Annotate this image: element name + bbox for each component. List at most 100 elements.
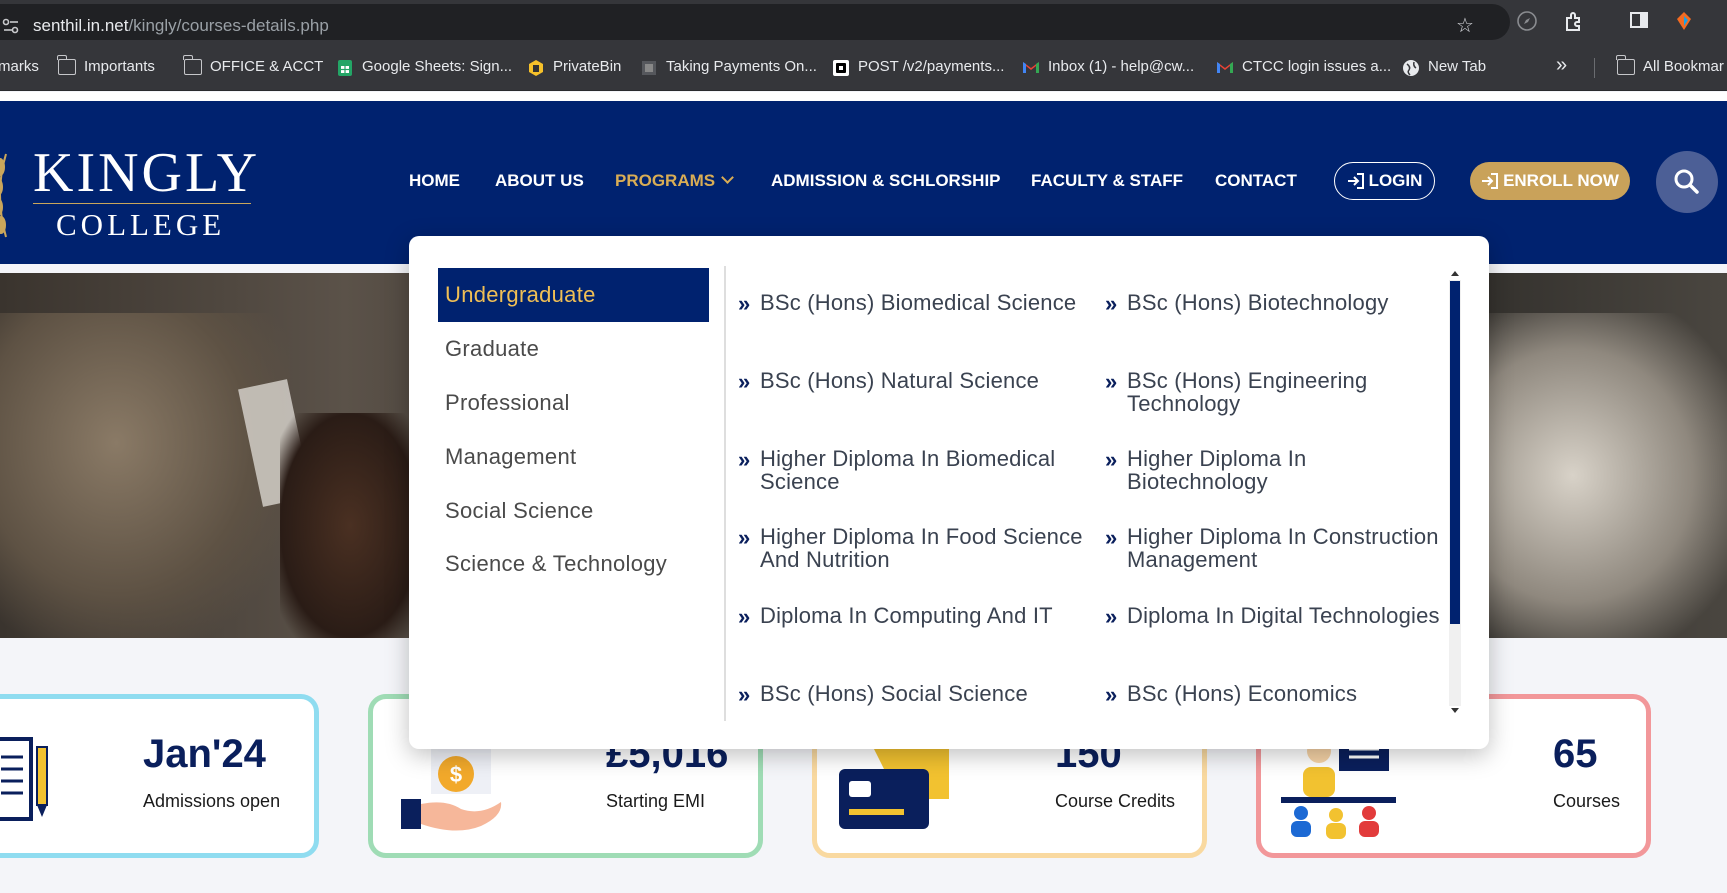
- stat-value: 65: [1553, 732, 1598, 776]
- bookmark-label: Importants: [84, 58, 155, 75]
- bookmark-label: Inbox (1) - help@cw...: [1048, 58, 1195, 75]
- stat-label: Courses: [1553, 791, 1621, 811]
- course-label: Higher Diploma In Biomedical Science: [760, 446, 1056, 494]
- bookmark-item[interactable]: marks: [0, 58, 39, 75]
- bookmark-label: PrivateBin: [553, 58, 622, 75]
- double-chevron-right-icon: »: [1105, 447, 1118, 472]
- compass-icon[interactable]: [1515, 10, 1539, 34]
- address-bar[interactable]: senthil.in.net/kingly/courses-details.ph…: [0, 4, 1510, 40]
- nav-programs[interactable]: PROGRAMS: [615, 171, 734, 191]
- nav-contact[interactable]: CONTACT: [1215, 171, 1297, 191]
- bookmark-label: CTCC login issues a...: [1242, 58, 1392, 75]
- nav-programs-label: PROGRAMS: [615, 171, 716, 190]
- double-chevron-right-icon: »: [738, 291, 751, 316]
- double-chevron-right-icon: »: [738, 447, 751, 472]
- bookmark-post-payments[interactable]: POST /v2/payments...: [832, 58, 1005, 76]
- bookmark-ctcc-login[interactable]: CTCC login issues a...: [1216, 58, 1391, 75]
- course-label: BSc (Hons) Biomedical Science: [760, 290, 1077, 315]
- more-bookmarks-chevron-icon[interactable]: »: [1556, 54, 1567, 77]
- nav-home[interactable]: HOME: [409, 171, 460, 191]
- site-info-icon[interactable]: [2, 17, 20, 35]
- gmail-icon: [1216, 59, 1234, 75]
- program-category-item[interactable]: Undergraduate: [438, 268, 709, 322]
- side-panel-icon[interactable]: [1627, 10, 1651, 34]
- star-bookmark-icon[interactable]: ☆: [1453, 14, 1477, 38]
- bookmark-label: marks: [0, 58, 39, 75]
- course-label: Diploma In Digital Technologies: [1127, 603, 1440, 628]
- stat-label: Admissions open: [143, 791, 281, 811]
- clipboard-icon: [0, 737, 48, 821]
- double-chevron-right-icon: »: [738, 369, 751, 394]
- laurel-icon: [0, 153, 7, 238]
- nav-about-us[interactable]: ABOUT US: [495, 171, 584, 191]
- bookmark-label: POST /v2/payments...: [858, 58, 1005, 75]
- bookmark-label: Google Sheets: Sign...: [362, 58, 513, 75]
- all-bookmarks[interactable]: All Bookmar: [1616, 54, 1724, 75]
- course-label: Higher Diploma In Food Science And Nutri…: [760, 524, 1083, 572]
- course-link[interactable]: » BSc (Hons) Engineering Technology: [1105, 369, 1447, 415]
- course-link[interactable]: » Diploma In Computing And IT: [738, 604, 1105, 628]
- program-category-item[interactable]: Management: [438, 430, 709, 484]
- teacher-icon: [1281, 739, 1396, 839]
- page-icon: [640, 59, 658, 75]
- course-label: BSc (Hons) Economics: [1127, 681, 1358, 706]
- course-link[interactable]: » BSc (Hons) Economics: [1105, 681, 1447, 706]
- course-link[interactable]: » Diploma In Digital Technologies: [1105, 603, 1447, 628]
- login-icon: [1347, 173, 1364, 189]
- square-icon: [832, 59, 850, 76]
- login-button[interactable]: LOGIN: [1334, 162, 1435, 200]
- bookmark-inbox[interactable]: Inbox (1) - help@cw...: [1022, 58, 1194, 75]
- double-chevron-right-icon: »: [738, 682, 751, 707]
- bookmark-office-acct[interactable]: OFFICE & ACCT: [183, 54, 323, 75]
- bookmark-label: New Tab: [1428, 58, 1487, 75]
- chevron-down-icon: [721, 171, 734, 184]
- bookmark-privatebin[interactable]: PrivateBin: [527, 58, 622, 76]
- stat-label: Starting EMI: [606, 791, 706, 811]
- course-link[interactable]: » Higher Diploma In Food Science And Nutr…: [738, 524, 1105, 572]
- globe-icon: [1402, 59, 1420, 76]
- programs-mega-menu: Undergraduate Graduate Professional Managem…: [409, 236, 1489, 749]
- bookmarks-divider: [1594, 58, 1595, 78]
- bookmark-taking-payments[interactable]: Taking Payments On...: [640, 58, 817, 75]
- course-link[interactable]: » Higher Diploma In Construction Manageme…: [1105, 525, 1447, 571]
- nav-faculty-staff[interactable]: FACULTY & STAFF: [1031, 171, 1183, 191]
- course-link[interactable]: » BSc (Hons) Biotechnology: [1105, 291, 1447, 315]
- url-text[interactable]: senthil.in.net/kingly/courses-details.ph…: [33, 16, 329, 36]
- logo-divider: [33, 203, 251, 204]
- bookmark-new-tab[interactable]: New Tab: [1402, 58, 1487, 76]
- bookmark-google-sheets[interactable]: Google Sheets: Sign...: [336, 58, 513, 76]
- program-category-item[interactable]: Social Science: [438, 484, 709, 538]
- profile-extension-icon[interactable]: [1672, 10, 1696, 34]
- extensions-icon[interactable]: [1562, 10, 1586, 34]
- scroll-up-arrow-icon[interactable]: [1451, 271, 1459, 276]
- program-category-item[interactable]: Graduate: [438, 322, 709, 376]
- course-link[interactable]: » Higher Diploma In Biotechnology: [1105, 447, 1447, 493]
- money-hand-icon: $: [401, 744, 502, 831]
- enroll-now-button[interactable]: ENROLL NOW: [1470, 162, 1630, 200]
- double-chevron-right-icon: »: [1105, 525, 1118, 550]
- bookmarks-bar: marks Importants OFFICE & ACCT Google Sh…: [0, 44, 1727, 91]
- folder-icon: [183, 54, 202, 75]
- folder-icon: [1616, 54, 1635, 75]
- page-top-strip: [0, 92, 1727, 101]
- bookmark-label: Taking Payments On...: [666, 58, 817, 75]
- program-category-item[interactable]: Professional: [438, 376, 709, 430]
- double-chevron-right-icon: »: [1105, 604, 1118, 629]
- nav-admission-scholarship[interactable]: ADMISSION & SCHLORSHIP: [771, 171, 1001, 191]
- svg-text:$: $: [450, 762, 462, 787]
- program-category-item[interactable]: Science & Technology: [438, 537, 709, 591]
- menu-scrollbar-thumb[interactable]: [1450, 281, 1460, 624]
- gmail-icon: [1022, 59, 1040, 75]
- folder-icon: [57, 54, 76, 75]
- course-link[interactable]: » BSc (Hons) Biomedical Science: [738, 290, 1105, 315]
- url-path: /kingly/courses-details.php: [128, 16, 329, 35]
- course-link[interactable]: » BSc (Hons) Natural Science: [738, 369, 1105, 393]
- bookmark-importants[interactable]: Importants: [57, 54, 155, 75]
- logo-subtitle: COLLEGE: [56, 207, 226, 242]
- url-host: senthil.in.net: [33, 16, 129, 35]
- course-link[interactable]: » BSc (Hons) Social Science: [738, 682, 1105, 706]
- credit-card-icon: [839, 739, 949, 829]
- course-link[interactable]: » Higher Diploma In Biomedical Science: [738, 446, 1105, 494]
- search-button[interactable]: [1656, 151, 1718, 213]
- scroll-down-arrow-icon[interactable]: [1451, 708, 1459, 713]
